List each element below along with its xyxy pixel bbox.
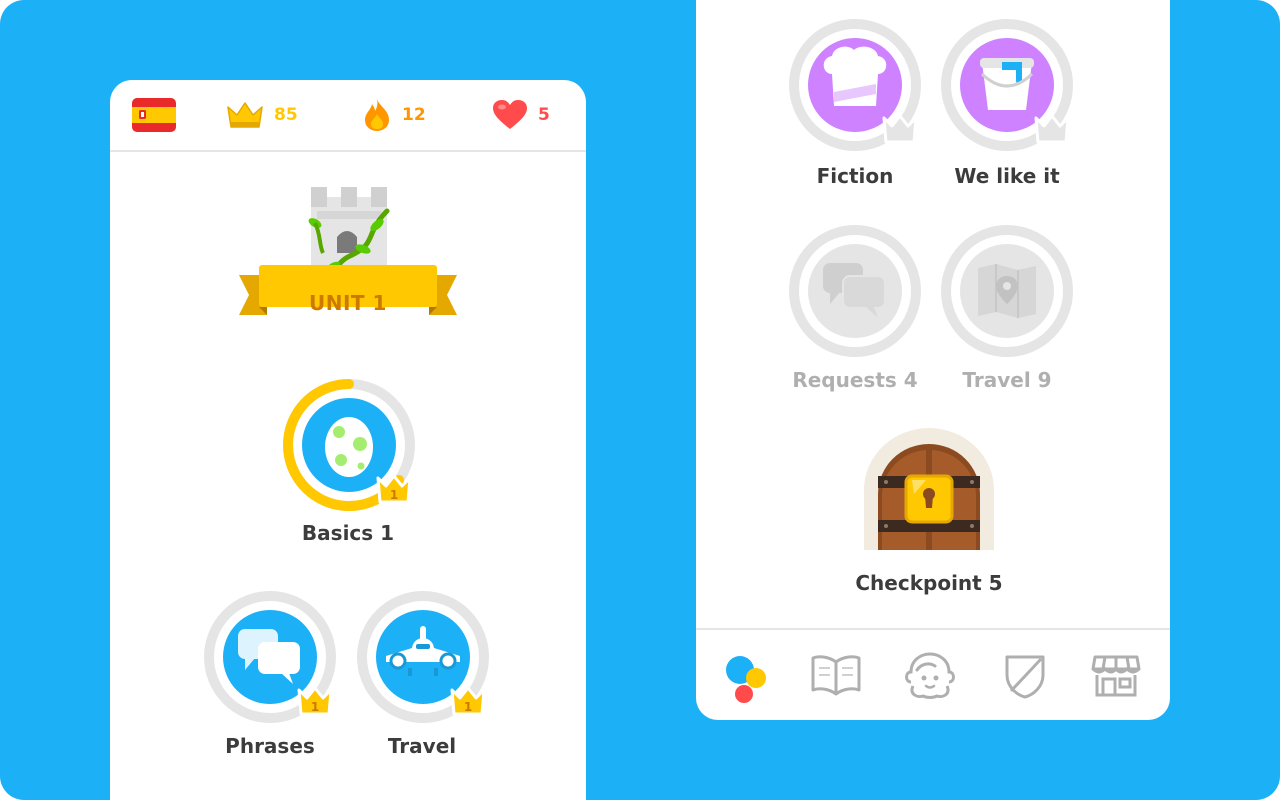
blue-background: 85 12 5 UNIT 1 1 Basics 1 1 Phrases 1 Tr… (0, 0, 1280, 800)
map-pin-icon (978, 264, 1036, 318)
profile-avatar-icon (905, 652, 955, 699)
checkpoint-door[interactable] (862, 428, 996, 550)
leagues-shield-icon (1005, 655, 1045, 699)
bottom-navigation (696, 628, 1170, 722)
crown-level-badge: 1 (376, 474, 412, 504)
skill-label-travel-9: Travel 9 (962, 368, 1052, 392)
skill-circle: 1 (283, 379, 415, 511)
crown-level-badge: 1 (450, 686, 486, 716)
crown-icon (227, 102, 263, 128)
crown-level-text: 1 (311, 700, 319, 714)
skill-phrases[interactable]: 1 (203, 590, 337, 724)
skill-circle (941, 19, 1073, 151)
paint-bucket-icon (980, 58, 1034, 110)
crowns-counter[interactable]: 85 (226, 98, 298, 132)
skill-circle: 1 (204, 591, 336, 723)
skill-we-like-it[interactable] (940, 18, 1074, 152)
skill-travel[interactable]: 1 (356, 590, 490, 724)
skill-circle (789, 19, 921, 151)
skill-basics-1[interactable]: 1 (282, 378, 416, 512)
crown-level-text: 1 (464, 700, 472, 714)
skill-circle-locked (941, 225, 1073, 357)
nav-learn[interactable] (716, 648, 772, 704)
nav-leagues[interactable] (997, 648, 1053, 704)
app-canvas: 85 12 5 UNIT 1 1 Basics 1 1 Phrases 1 Tr… (0, 0, 1280, 800)
crown-level-badge: 1 (297, 686, 333, 716)
shop-icon (1091, 655, 1141, 697)
nav-shop[interactable] (1088, 648, 1144, 704)
unit-banner: UNIT 1 (237, 183, 459, 335)
skill-label-travel: Travel (387, 734, 457, 758)
nav-stories[interactable] (808, 648, 864, 704)
streak-counter[interactable]: 12 (362, 98, 426, 132)
hearts-counter[interactable]: 5 (492, 98, 550, 132)
skill-circle: 1 (357, 591, 489, 723)
skill-circle-locked (789, 225, 921, 357)
skill-travel-9[interactable] (940, 224, 1074, 358)
crown-outline-badge (882, 114, 918, 144)
unit-label: UNIT 1 (309, 291, 387, 315)
spain-flag-icon (132, 98, 176, 132)
skill-requests-4[interactable] (788, 224, 922, 358)
locked-door-icon (864, 428, 994, 550)
crowns-count: 85 (274, 105, 298, 125)
stories-book-icon (811, 655, 861, 696)
course-panel-left: 85 12 5 UNIT 1 1 Basics 1 1 Phrases 1 Tr… (110, 80, 586, 800)
skill-fiction[interactable] (788, 18, 922, 152)
hearts-count: 5 (538, 105, 550, 125)
course-panel-right: Fiction We like it Requests 4 Travel 9 C… (696, 0, 1170, 720)
checkpoint-label: Checkpoint 5 (855, 571, 1003, 595)
course-flag-button[interactable] (132, 98, 176, 132)
egg-icon (325, 417, 373, 477)
learn-icon (726, 656, 766, 703)
crown-outline-badge (1034, 114, 1070, 144)
stats-header: 85 12 5 (110, 80, 586, 152)
skill-label-we-like-it: We like it (954, 164, 1060, 188)
heart-icon (493, 100, 527, 129)
fire-icon (365, 99, 389, 131)
nav-profile[interactable] (902, 648, 958, 704)
skill-label-basics-1: Basics 1 (301, 521, 395, 545)
crown-level-text: 1 (390, 488, 398, 502)
streak-count: 12 (402, 105, 426, 125)
